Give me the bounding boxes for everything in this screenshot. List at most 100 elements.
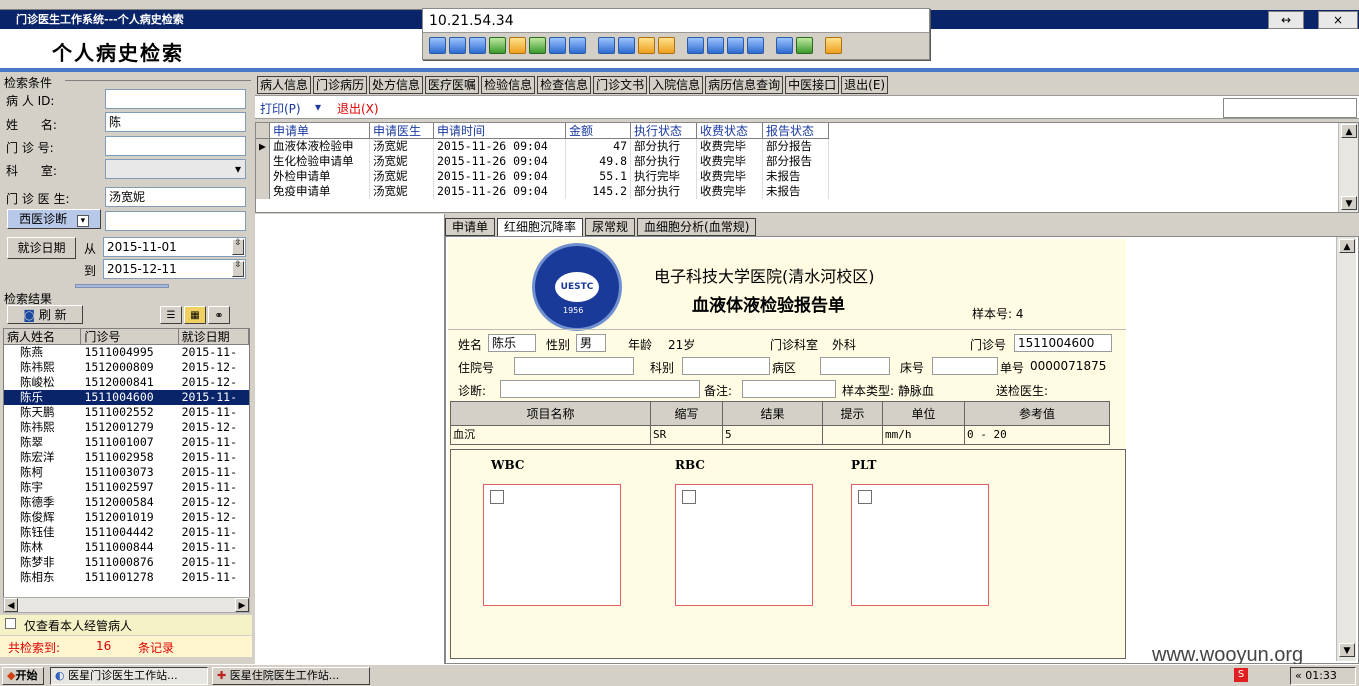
table-row[interactable]: 陈宇 1511002597 2015-11- [4, 480, 249, 495]
clinic-no-input[interactable] [105, 136, 246, 156]
exit-button[interactable]: 退出(X) [337, 100, 379, 117]
tab-2[interactable]: 处方信息 [369, 76, 424, 94]
table-row[interactable]: 生化检验申请单 汤宽妮 2015-11-26 09:04 49.8 部分执行 收费完毕 部分… [256, 154, 1358, 169]
phone-icon[interactable] [549, 37, 566, 54]
table-row[interactable]: 陈梦非 1511000876 2015-11- [4, 555, 249, 570]
lock-icon[interactable] [638, 37, 655, 54]
group-icon[interactable] [618, 37, 635, 54]
tab-1[interactable]: 门诊病历 [313, 76, 368, 94]
table-row[interactable]: 陈德季 1512000584 2015-12- [4, 495, 249, 510]
table-row[interactable]: 陈祎熙 1512001279 2015-12- [4, 420, 249, 435]
doctor-input[interactable]: 汤宽妮 [105, 187, 246, 207]
visit-date-button[interactable]: 就诊日期 [7, 237, 76, 259]
table-row[interactable]: 外检申请单 汤宽妮 2015-11-26 09:04 55.1 执行完毕 收费完毕 未报告 [256, 169, 1358, 184]
tab-8[interactable]: 病历信息查询 [705, 76, 784, 94]
column-header[interactable]: 申请医生 [370, 123, 434, 139]
tab-4[interactable]: 检验信息 [481, 76, 536, 94]
requests-vscrollbar[interactable]: ▲ ▼ [1338, 123, 1358, 212]
column-header[interactable]: 就诊日期 [178, 329, 249, 345]
terminal-icon[interactable] [469, 37, 486, 54]
users-icon[interactable] [529, 37, 546, 54]
copy-icon[interactable] [776, 37, 793, 54]
toolbar-field[interactable] [1223, 98, 1357, 118]
binoculars-icon[interactable]: ⚭ [208, 306, 230, 324]
column-header[interactable]: 执行状态 [631, 123, 697, 139]
restore-button[interactable]: ↔ [1268, 11, 1304, 29]
name-input[interactable]: 陈 [105, 112, 246, 132]
tab-6[interactable]: 门诊文书 [593, 76, 648, 94]
table-row[interactable]: 陈相东 1511001278 2015-11- [4, 570, 249, 585]
wbc-checkbox[interactable] [490, 490, 504, 504]
fullscreen-icon[interactable] [727, 37, 744, 54]
column-header[interactable]: 门诊号 [81, 329, 179, 345]
tab-7[interactable]: 入院信息 [649, 76, 704, 94]
tab-9[interactable]: 中医接口 [785, 76, 840, 94]
subtab-2[interactable]: 尿常规 [585, 218, 636, 236]
scroll-up-icon[interactable]: ▲ [1341, 124, 1357, 138]
tab-3[interactable]: 医疗医嘱 [425, 76, 480, 94]
table-row[interactable]: 陈峻松 1512000841 2015-12- [4, 375, 249, 390]
tab-0[interactable]: 病人信息 [257, 76, 312, 94]
table-row[interactable]: 陈俊辉 1512001019 2015-12- [4, 510, 249, 525]
tab-10[interactable]: 退出(E) [841, 76, 889, 94]
plt-checkbox[interactable] [858, 490, 872, 504]
subtab-3[interactable]: 血细胞分析(血常规) [637, 218, 757, 236]
scroll-down-icon[interactable]: ▼ [1341, 196, 1357, 210]
table-row[interactable]: 陈祎熙 1512000809 2015-12- [4, 360, 249, 375]
scroll-right-icon[interactable]: ▶ [235, 598, 249, 612]
rbc-checkbox[interactable] [682, 490, 696, 504]
tray-app-icon[interactable]: S [1234, 668, 1248, 682]
scroll-up-icon[interactable]: ▲ [1339, 239, 1355, 253]
patient-id-input[interactable] [105, 89, 246, 109]
diag-type-select[interactable]: 西医诊断 ▾ [7, 209, 101, 229]
print-button[interactable]: 打印(P) [260, 100, 301, 117]
chevron-down-icon[interactable]: ▾ [76, 215, 89, 227]
chevron-down-icon[interactable]: ▾ [315, 100, 321, 114]
scroll-left-icon[interactable]: ◀ [4, 598, 18, 612]
from-date-input[interactable]: 2015-11-01 ⇳ [103, 237, 246, 257]
column-header[interactable]: 报告状态 [763, 123, 829, 139]
column-header[interactable]: 收费状态 [697, 123, 763, 139]
table-row[interactable]: ▶ 血液体液检验申 汤宽妮 2015-11-26 09:04 47 部分执行 收费完毕 部分报… [256, 139, 1358, 154]
table-row[interactable]: 陈翠 1511001007 2015-11- [4, 435, 249, 450]
to-date-input[interactable]: 2015-12-11 ⇳ [103, 259, 246, 279]
chat-icon[interactable] [569, 37, 586, 54]
tab-5[interactable]: 检查信息 [537, 76, 592, 94]
disconnect-icon[interactable] [825, 37, 842, 54]
fit-icon[interactable] [687, 37, 704, 54]
stretch-icon[interactable] [747, 37, 764, 54]
column-header[interactable]: 申请单 [270, 123, 370, 139]
refresh-button[interactable]: ◙ 刷 新 [7, 305, 83, 324]
table-row[interactable]: 陈燕 1511004995 2015-11- [4, 345, 249, 360]
screen-icon[interactable] [429, 37, 446, 54]
table-row[interactable]: 陈乐 1511004600 2015-11- [4, 390, 249, 405]
clock[interactable]: « 01:33 [1290, 667, 1356, 685]
table-row[interactable]: 陈天鹏 1511002552 2015-11- [4, 405, 249, 420]
subtab-1[interactable]: 红细胞沉降率 [497, 218, 584, 236]
table-row[interactable]: 陈宏洋 1511002958 2015-11- [4, 450, 249, 465]
splitter-handle[interactable] [75, 284, 169, 288]
record-icon[interactable] [509, 37, 526, 54]
date-spinner-icon[interactable]: ⇳ [232, 239, 244, 255]
scale-icon[interactable] [707, 37, 724, 54]
results-hscrollbar[interactable]: ◀ ▶ [3, 597, 250, 613]
list-view-icon[interactable]: ☰ [160, 306, 182, 324]
scroll-down-icon[interactable]: ▼ [1339, 643, 1355, 657]
date-spinner-icon[interactable]: ⇳ [232, 261, 244, 277]
taskbar-item-inpatient[interactable]: ✚ 医星住院医生工作站... [212, 667, 370, 685]
user-icon[interactable] [598, 37, 615, 54]
dept-select[interactable]: ▾ [105, 159, 246, 179]
table-row[interactable]: 陈林 1511000844 2015-11- [4, 540, 249, 555]
close-button[interactable]: × [1318, 11, 1358, 29]
tools-icon[interactable] [796, 37, 813, 54]
grid-view-icon[interactable]: ▦ [184, 306, 206, 324]
diag-input[interactable] [105, 211, 246, 231]
unlock-icon[interactable] [658, 37, 675, 54]
table-row[interactable]: 免疫申请单 汤宽妮 2015-11-26 09:04 145.2 部分执行 收费完毕 未报告 [256, 184, 1358, 199]
only-mine-checkbox[interactable] [5, 618, 16, 629]
window-icon[interactable] [449, 37, 466, 54]
taskbar-item-outpatient[interactable]: ◐ 医星门诊医生工作站... [50, 667, 208, 685]
column-header[interactable]: 申请时间 [434, 123, 566, 139]
start-button[interactable]: ◆开始 [2, 667, 44, 685]
table-row[interactable]: 陈柯 1511003073 2015-11- [4, 465, 249, 480]
